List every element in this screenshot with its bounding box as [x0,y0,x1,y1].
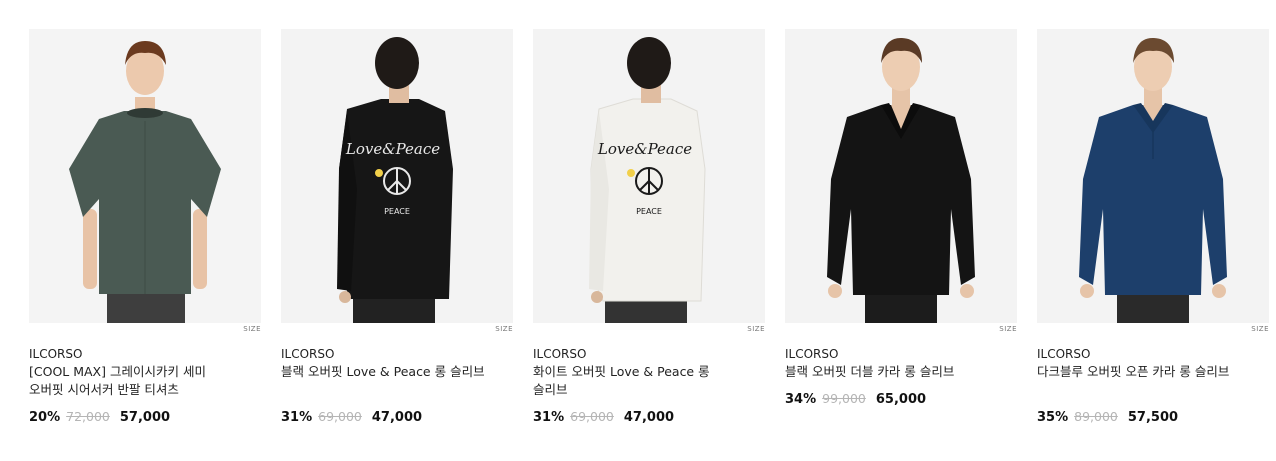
product-price-row: 35% 89,000 57,500 [1037,409,1178,425]
product-photo: Love&Peace PEACE [281,29,513,323]
product-card[interactable]: SIZE ILCORSO 블랙 오버핏 더블 카라 롱 슬리브 34% 99,0… [785,29,1017,407]
svg-text:PEACE: PEACE [384,207,410,216]
product-brand[interactable]: ILCORSO [1037,347,1090,361]
product-image[interactable]: Love&Peace PEACE [281,29,513,323]
svg-text:Love&Peace: Love&Peace [597,140,692,158]
svg-text:Love&Peace: Love&Peace [345,140,440,158]
product-name[interactable]: 화이트 오버핏 Love & Peace 롱 슬리브 [533,363,748,399]
discount-rate: 35% [1037,410,1069,425]
sale-price: 57,500 [1127,410,1179,425]
product-photo [1037,29,1269,323]
product-image[interactable] [29,29,261,323]
product-name[interactable]: 블랙 오버핏 더블 카라 롱 슬리브 [785,363,1000,381]
size-label[interactable]: SIZE [999,325,1017,333]
product-image[interactable] [785,29,1017,323]
product-photo [785,29,1017,323]
product-brand[interactable]: ILCORSO [281,347,334,361]
product-card[interactable]: Love&Peace PEACE SIZE ILCORSO 화이트 오버핏 Lo… [533,29,765,425]
size-label[interactable]: SIZE [1251,325,1269,333]
sale-price: 47,000 [371,410,423,425]
original-price: 69,000 [318,409,362,424]
product-image[interactable]: Love&Peace PEACE [533,29,765,323]
original-price: 99,000 [822,391,866,406]
product-name[interactable]: 블랙 오버핏 Love & Peace 롱 슬리브 [281,363,496,381]
product-card[interactable]: SIZE ILCORSO [COOL MAX] 그레이시카키 세미 오버핏 시어… [29,29,261,425]
product-price-row: 34% 99,000 65,000 [785,391,926,407]
size-label[interactable]: SIZE [495,325,513,333]
product-name[interactable]: [COOL MAX] 그레이시카키 세미 오버핏 시어서커 반팔 티셔츠 [29,363,244,399]
discount-rate: 20% [29,410,61,425]
product-brand[interactable]: ILCORSO [533,347,586,361]
original-price: 72,000 [66,409,110,424]
discount-rate: 31% [281,410,313,425]
product-price-row: 20% 72,000 57,000 [29,409,170,425]
sale-price: 65,000 [875,392,927,407]
svg-text:PEACE: PEACE [636,207,662,216]
product-brand[interactable]: ILCORSO [29,347,82,361]
discount-rate: 31% [533,410,565,425]
product-photo: Love&Peace PEACE [533,29,765,323]
size-label[interactable]: SIZE [243,325,261,333]
product-price-row: 31% 69,000 47,000 [281,409,422,425]
product-grid: SIZE ILCORSO [COOL MAX] 그레이시카키 세미 오버핏 시어… [0,0,1276,461]
discount-rate: 34% [785,392,817,407]
product-price-row: 31% 69,000 47,000 [533,409,674,425]
product-card[interactable]: Love&Peace PEACE SIZE ILCORSO 블랙 오버핏 Lov… [281,29,513,425]
sale-price: 47,000 [623,410,675,425]
size-label[interactable]: SIZE [747,325,765,333]
original-price: 69,000 [570,409,614,424]
original-price: 89,000 [1074,409,1118,424]
sale-price: 57,000 [119,410,171,425]
product-card[interactable]: SIZE ILCORSO 다크블루 오버핏 오픈 카라 롱 슬리브 35% 89… [1037,29,1269,425]
product-brand[interactable]: ILCORSO [785,347,838,361]
product-name[interactable]: 다크블루 오버핏 오픈 카라 롱 슬리브 [1037,363,1252,381]
product-photo [29,29,261,323]
product-image[interactable] [1037,29,1269,323]
